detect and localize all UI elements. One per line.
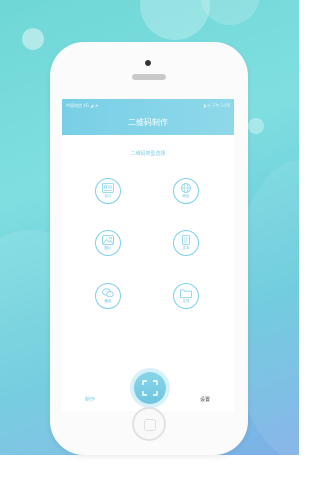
type-label: 名片 <box>104 194 112 198</box>
decor-bubble <box>140 0 210 40</box>
decor-bubble <box>200 0 260 25</box>
type-card-button[interactable]: 名片 <box>95 178 121 204</box>
type-label: 图片 <box>104 246 112 250</box>
document-icon <box>182 235 190 245</box>
section-subtitle: 二维码类型选择 <box>130 151 166 157</box>
scan-button[interactable] <box>134 372 166 404</box>
card-icon <box>102 183 114 193</box>
app-header: 中国电信 4G ◢ ◔ ▮ ◔ 下午 2:56 二维码制作 <box>62 99 234 135</box>
page-title: 二维码制作 <box>128 118 168 127</box>
phone-speaker <box>132 74 166 80</box>
tab-settings[interactable]: 设置 <box>200 396 210 403</box>
phone-home-button <box>132 407 166 441</box>
type-label: 微信 <box>104 299 112 303</box>
folder-icon <box>180 289 192 298</box>
type-label: 文件 <box>182 299 190 303</box>
type-file-button[interactable]: 文件 <box>173 283 199 309</box>
home-button-square <box>144 419 156 431</box>
status-bar-right: ▮ ◔ 下午 2:56 <box>203 103 231 108</box>
scan-icon <box>142 380 158 396</box>
globe-icon <box>181 183 191 193</box>
phone-camera <box>145 60 151 66</box>
decor-bubble <box>22 28 44 50</box>
type-label: 文本 <box>182 246 190 250</box>
type-wechat-button[interactable]: 微信 <box>95 283 121 309</box>
decor-bubble <box>248 118 264 134</box>
type-text-button[interactable]: 文本 <box>173 230 199 256</box>
type-url-button[interactable]: 网址 <box>173 178 199 204</box>
wechat-icon <box>102 288 114 298</box>
status-bar-left: 中国电信 4G ◢ ◔ <box>66 103 99 108</box>
tab-make[interactable]: 制作 <box>85 396 95 403</box>
type-label: 网址 <box>182 194 190 198</box>
image-icon <box>102 235 114 245</box>
type-image-button[interactable]: 图片 <box>95 230 121 256</box>
app-screen: 中国电信 4G ◢ ◔ ▮ ◔ 下午 2:56 二维码制作 二维码类型选择 名片… <box>62 99 234 411</box>
